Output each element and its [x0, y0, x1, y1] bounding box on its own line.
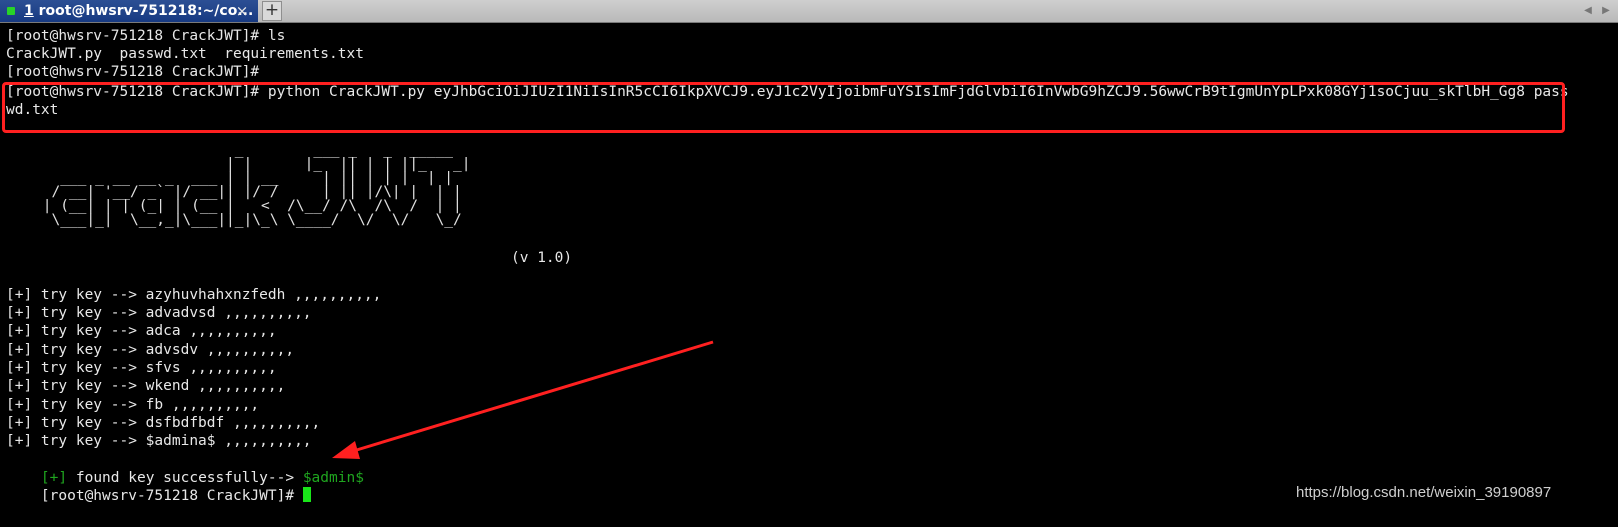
annotation-arrow-icon	[332, 340, 714, 459]
watermark: https://blog.csdn.net/weixin_39190897	[1296, 484, 1552, 501]
